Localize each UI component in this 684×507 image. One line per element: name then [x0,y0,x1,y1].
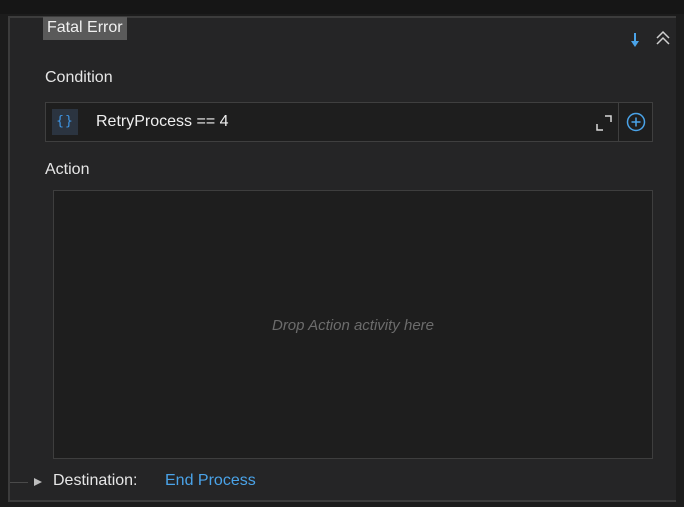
condition-expression-field[interactable]: {} RetryProcess == 4 [45,102,653,142]
double-chevron-up-icon [652,28,674,50]
add-condition-button[interactable] [625,111,647,133]
arrow-down-icon [627,30,643,50]
condition-expression-text[interactable]: RetryProcess == 4 [96,113,229,131]
plus-circle-icon [625,111,647,133]
move-down-button[interactable] [627,30,643,50]
expand-corners-icon [594,113,614,133]
destination-label: Destination: [53,472,138,489]
destination-link[interactable]: End Process [165,472,256,490]
condition-label: Condition [45,69,113,86]
action-label: Action [45,161,90,178]
expression-brace-icon: {} [52,109,78,135]
collapse-button[interactable] [652,28,674,50]
drop-hint-text: Drop Action activity here [271,317,434,334]
condition-divider [618,103,619,141]
canvas-top-strip [0,0,684,14]
expand-editor-button[interactable] [594,113,614,133]
workflow-canvas: Fatal Error Condition {} RetryProcess ==… [0,0,684,507]
connector-line [10,482,28,483]
action-drop-zone[interactable]: Drop Action activity here [53,190,653,459]
triangle-right-icon [33,476,43,488]
panel-title[interactable]: Fatal Error [43,17,127,40]
